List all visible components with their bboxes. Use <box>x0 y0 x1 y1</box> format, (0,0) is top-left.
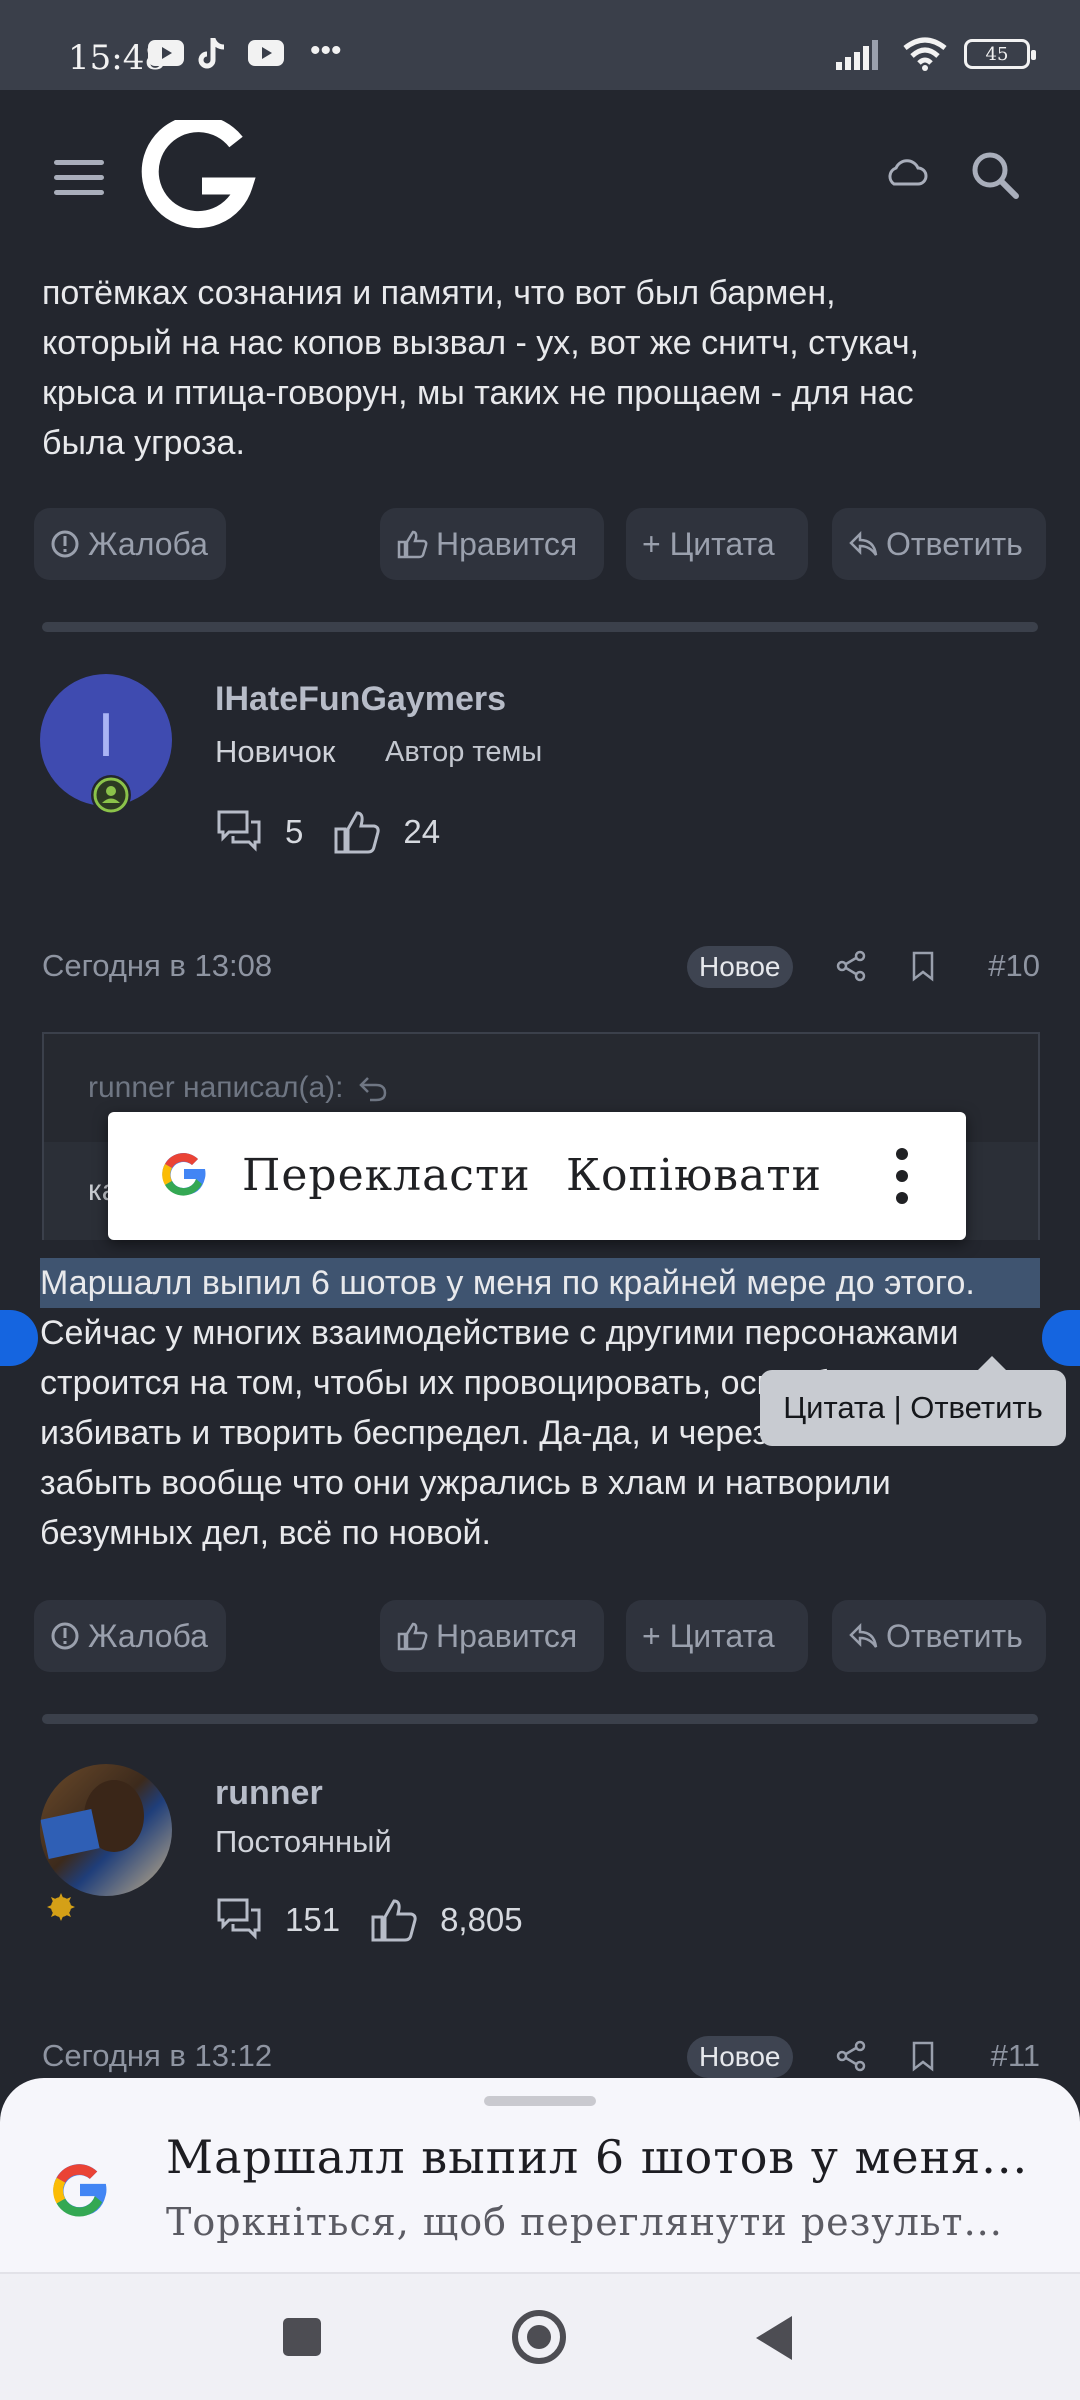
user-rank: Новичок <box>215 734 336 769</box>
more-options-icon[interactable] <box>892 1148 912 1204</box>
quote-button[interactable]: + Цитата <box>626 1600 808 1672</box>
topic-author-label: Автор темы <box>385 736 543 768</box>
report-button[interactable]: Жалоба <box>34 508 226 580</box>
home-button[interactable] <box>512 2310 566 2364</box>
selection-handle-end[interactable] <box>1042 1310 1080 1366</box>
wifi-icon <box>903 37 947 71</box>
post-actions: Жалоба Нравится + Цитата Ответить <box>34 1600 1046 1672</box>
like-button[interactable]: Нравится <box>380 508 604 580</box>
reply-icon <box>849 1622 878 1648</box>
post-meta: Сегодня в 13:08 Новое #10 <box>42 942 1040 992</box>
system-navigation-bar <box>0 2272 1080 2400</box>
new-badge: Новое <box>687 946 793 988</box>
reply-icon <box>849 530 878 556</box>
post-actions: Жалоба Нравится + Цитата Ответить <box>34 508 1046 580</box>
quote-button[interactable]: + Цитата <box>626 508 808 580</box>
copy-button[interactable]: Копіювати <box>566 1150 822 1201</box>
username[interactable]: runner <box>215 1774 323 1813</box>
signal-icon <box>836 40 878 70</box>
sheet-title: Маршалл выпил 6 шотов у меня... <box>166 2130 1029 2184</box>
username[interactable]: IHateFunGaymers <box>215 680 506 719</box>
tiktok-icon <box>198 38 225 69</box>
post-date[interactable]: Сегодня в 13:08 <box>42 948 272 984</box>
menu-icon[interactable] <box>54 160 104 196</box>
post-date[interactable]: Сегодня в 13:12 <box>42 2038 272 2074</box>
post-divider <box>42 622 1038 632</box>
quote-reply-popover[interactable]: Цитата | Ответить <box>760 1356 1066 1446</box>
thumbs-up-icon <box>334 811 381 854</box>
share-icon[interactable] <box>836 2040 868 2072</box>
selection-handle-start[interactable] <box>0 1310 38 1366</box>
post-number[interactable]: #11 <box>991 2038 1040 2074</box>
google-translate-sheet[interactable]: Маршалл выпил 6 шотов у меня... Торкніть… <box>0 2078 1080 2272</box>
sheet-grabber[interactable] <box>484 2096 596 2106</box>
post-divider <box>42 1714 1038 1724</box>
avatar[interactable] <box>40 1764 172 1896</box>
messages-icon <box>217 810 261 852</box>
user-stats: 151 8,805 <box>215 1896 553 1944</box>
share-icon[interactable] <box>836 950 868 982</box>
post-number[interactable]: #10 <box>988 948 1040 984</box>
reply-button[interactable]: Ответить <box>832 1600 1046 1672</box>
go-to-quote-icon[interactable] <box>358 1074 388 1102</box>
messages-icon <box>217 1898 261 1940</box>
battery-indicator: 45 <box>964 39 1036 69</box>
likes-count: 24 <box>403 813 441 850</box>
post-text-top: потёмках сознания и памяти, что вот был … <box>42 274 919 462</box>
bookmark-icon[interactable] <box>910 2040 936 2072</box>
alert-icon <box>51 530 79 558</box>
messages-count: 151 <box>285 1901 341 1938</box>
recents-button[interactable] <box>283 2318 321 2356</box>
site-logo[interactable] <box>140 120 260 230</box>
youtube-icon <box>148 40 184 66</box>
like-button[interactable]: Нравится <box>380 1600 604 1672</box>
online-badge-icon <box>91 775 131 815</box>
messages-count: 5 <box>285 813 304 850</box>
new-badge: Новое <box>687 2036 793 2078</box>
post-meta: Сегодня в 13:12 Новое #11 <box>42 2032 1040 2082</box>
report-button[interactable]: Жалоба <box>34 1600 226 1672</box>
google-icon <box>53 2164 107 2217</box>
user-stats: 5 24 <box>215 808 470 856</box>
thumbs-up-icon <box>397 530 428 559</box>
google-icon <box>162 1153 206 1196</box>
reply-button[interactable]: Ответить <box>832 508 1046 580</box>
search-icon[interactable] <box>970 150 1022 202</box>
rank-badge-icon <box>47 1893 75 1921</box>
likes-count: 8,805 <box>440 1901 523 1938</box>
translate-button[interactable]: Перекласти <box>242 1150 531 1201</box>
text-selection-menu: Перекласти Копіювати <box>108 1112 966 1240</box>
thumbs-up-icon <box>397 1622 428 1651</box>
bookmark-icon[interactable] <box>910 950 936 982</box>
back-button[interactable] <box>756 2316 792 2360</box>
alert-icon <box>51 1622 79 1650</box>
youtube-icon <box>248 40 284 66</box>
more-notifications-icon: ••• <box>310 34 342 67</box>
cloud-icon[interactable] <box>884 158 928 188</box>
thumbs-up-icon <box>371 1899 417 1942</box>
user-rank: Постоянный <box>215 1824 392 1859</box>
sheet-subtitle: Торкніться, щоб переглянути результ... <box>166 2200 1003 2244</box>
app-header <box>0 90 1080 270</box>
status-bar: 15:48 ••• 45 <box>0 0 1080 90</box>
